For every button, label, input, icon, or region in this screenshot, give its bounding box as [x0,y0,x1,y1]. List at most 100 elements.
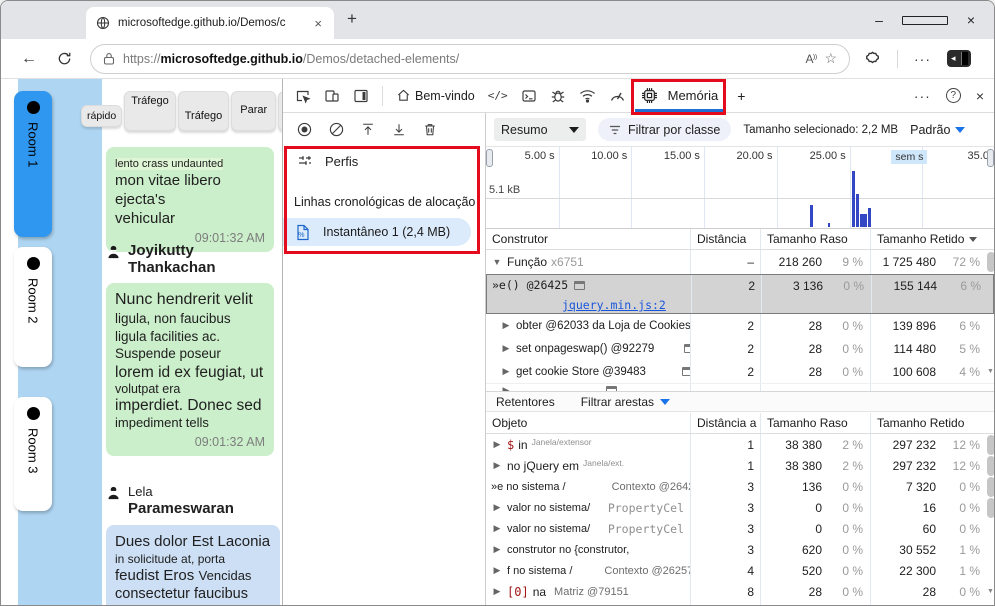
room-tab-1[interactable]: Room 1 [14,91,52,237]
tab-memory[interactable]: Memória [630,79,727,115]
clear-icon[interactable] [329,122,344,137]
device-emulation-icon[interactable] [324,88,340,104]
address-bar-actions: ··· [864,49,971,68]
col-tamanho-raso[interactable]: Tamanho Raso [760,413,870,433]
group-select[interactable]: Padrão [910,123,966,137]
new-tab-button[interactable]: + [347,9,357,29]
devtools-close-button[interactable]: × [976,88,984,104]
perspective-select[interactable]: Resumo [494,118,586,141]
sidebar-toggle-button[interactable] [947,50,971,67]
browser-tab[interactable]: microsoftedge.github.io/Demos/c × [86,7,334,39]
table-row[interactable]: ▼ Função x6751 – 218 260 9 % 1 725 480 72 … [486,250,994,274]
room-tab-3[interactable]: Room 3 [14,397,52,511]
profiles-label: Perfis [325,153,359,169]
table-row[interactable]: ▶ construtor no {construtor, 3 620 0 % 30… [486,539,994,560]
table-row[interactable]: ▶ valor no sistema/PropertyCel 3 0 0 % 16… [486,497,994,518]
range-handle-left[interactable] [486,149,493,167]
scroll-up-icon[interactable]: ▲ [987,235,994,244]
profiles-header[interactable]: Perfis [297,153,485,169]
record-icon[interactable] [297,122,312,137]
maximize-button[interactable] [902,12,948,28]
room-label: Room 3 [25,428,41,474]
svg-text:%: % [298,232,304,239]
refresh-button[interactable] [57,51,72,66]
memory-main-panel: Resumo Filtrar por classe Tamanho seleci… [486,113,994,605]
retainers-section-bar: Retentores Filtrar arestas [486,391,994,412]
save-profile-icon[interactable] [392,122,406,137]
col-tamanho-retido[interactable]: Tamanho Retido [870,229,987,249]
minimize-button[interactable]: – [856,12,902,28]
memory-sidebar: Perfis Linhas cronológicas de alocação %… [283,113,486,605]
help-icon[interactable]: ? [945,88,961,103]
y-axis-label: 5.1 kB [489,184,521,196]
tab-debugger-bug-icon[interactable] [550,88,566,104]
tab-welcome[interactable]: Bem-vindo [396,88,475,103]
upload-profile-icon[interactable] [361,122,375,137]
table-row[interactable]: ▶ $ in Janela/extensor 1 38 380 2 % 297 232… [486,434,994,455]
message-text: vehicular [115,209,176,227]
tab-elements-icon[interactable]: </> [488,89,508,102]
chat-controls: rápido Tráfego Tráfego Parar Um message [81,91,282,131]
scroll-down-icon[interactable]: ▼ [987,588,994,595]
scroll-up-icon[interactable]: ▲ [987,419,994,428]
room-tab-2[interactable]: Room 2 [14,247,52,367]
col-distancia-a[interactable]: Distância a [690,413,760,433]
table-row[interactable]: ▶ [0] na Matriz @79151 8 28 0 % 28 0 % ▼ [486,581,994,602]
time-tick: 20.00 s [736,150,773,162]
col-objeto[interactable]: Objeto [486,416,690,430]
table-row-selected[interactable]: »e() @26425 jquery.min.js:2 2 3 136 0 % … [486,274,994,314]
message-author: Joyikutty Thankachan [106,242,216,277]
rapido-button[interactable]: rápido [81,105,123,127]
table-row[interactable]: ▶ valor no sistema/PropertyCel 3 0 0 % 60… [486,518,994,539]
trafego-button-1[interactable]: Tráfego [124,91,176,131]
tab-console-icon[interactable] [521,88,537,104]
browser-essentials-icon[interactable] [864,50,881,67]
col-construtor[interactable]: Construtor [486,232,690,246]
delete-trash-icon[interactable] [423,122,437,137]
room-label: Room 1 [25,122,41,168]
chat-message: Dues dolor Est Laconia in solicitude at,… [106,525,280,605]
parar-button[interactable]: Parar [231,91,277,131]
message-text: feudist Eros [115,566,195,584]
devtools-more-button[interactable]: ··· [914,88,931,104]
trafego-button-2[interactable]: Tráfego [177,91,230,131]
back-button[interactable]: ← [21,50,37,68]
window-close-button[interactable]: × [948,12,994,28]
filter-placeholder: Filtrar por classe [628,122,721,137]
tab-network-wifi-icon[interactable] [579,88,596,103]
message-text: Dues dolor Est Laconia [115,533,271,550]
message-text: Suspende poseur [115,346,221,362]
table-row[interactable]: ▶ obter @62033 da Loja de Cookies 2 28 0 … [486,314,994,337]
source-link[interactable]: jquery.min.js:2 [562,298,666,312]
message-text: impediment tells [115,415,209,431]
dock-side-icon[interactable] [353,88,369,104]
read-aloud-icon[interactable]: A⁾⁾ [806,52,818,66]
url-box[interactable]: https://microsoftedge.github.io/Demos/de… [90,43,850,74]
col-tamanho-raso[interactable]: Tamanho Raso [760,229,870,249]
filter-icon [609,125,621,135]
table-row[interactable]: ▶ no jQuery em Janela/ext. 1 38 380 2 % 29… [486,455,994,476]
room-label: Room 2 [25,278,41,324]
table-row-partial[interactable]: ▶0 in (object elements)[] @791 9 0 0 % 0… [486,602,994,605]
col-distancia[interactable]: Distância [690,229,760,249]
table-row[interactable]: »e no sistema /Contexto @26421 3 136 0 %… [486,476,994,497]
avatar-icon [106,244,121,277]
tab-close-button[interactable]: × [310,16,326,31]
inspect-icon[interactable] [295,88,311,104]
col-tamanho-retido[interactable]: Tamanho Retido [870,413,987,433]
chat-message: Nunc hendrerit velit ligula, non faucibu… [106,283,274,457]
tune-sliders-icon [297,153,313,169]
range-handle-right[interactable] [987,149,994,167]
more-tabs-button[interactable]: + [737,88,745,104]
snapshot-item-selected[interactable]: % Instantâneo 1 (2,4 MB) [283,218,471,246]
table-row[interactable]: ▶ get cookie Store @39483 2 28 0 % 100 60… [486,360,994,383]
allocation-timeline-chart[interactable]: 5.1 kB 5.00 s 10.00 s 15.00 s 20.00 s 25… [486,146,994,229]
tab-performance-gauge-icon[interactable] [609,88,626,103]
scroll-down-icon[interactable]: ▼ [987,368,994,375]
settings-more-button[interactable]: ··· [914,51,931,67]
filter-edges-select[interactable]: Filtrar arestas [581,395,671,409]
table-row[interactable]: ▶ f no sistema / Contexto @26257 4 520 0 %… [486,560,994,581]
class-filter-input[interactable]: Filtrar por classe [598,118,732,141]
favorite-star-icon[interactable]: ☆ [824,50,837,67]
table-row[interactable]: ▶ set onpageswap() @92279 2 28 0 % 114 48… [486,337,994,360]
